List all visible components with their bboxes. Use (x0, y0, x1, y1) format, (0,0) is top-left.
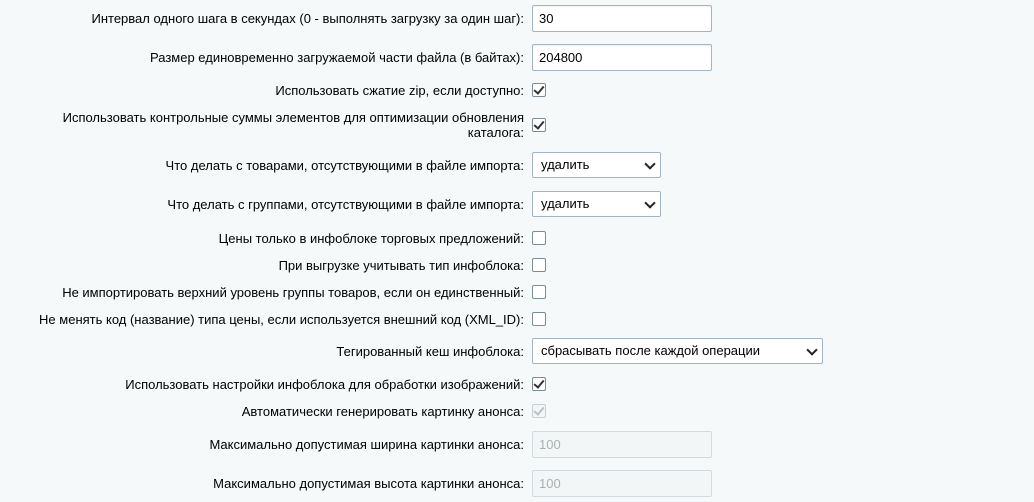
field-row-missing-groups: Что делать с группами, отсутствующими в … (0, 191, 1034, 217)
tagged-cache-label: Тегированный кеш инфоблока: (336, 344, 524, 359)
missing-groups-label: Что делать с группами, отсутствующими в … (167, 197, 524, 212)
missing-goods-select[interactable]: удалить (532, 152, 661, 178)
auto-preview-checkbox (532, 404, 546, 418)
skip-top-level-checkbox[interactable] (532, 285, 546, 299)
field-row-iblock-image-settings: Использовать настройки инфоблока для обр… (0, 377, 1034, 392)
use-checksums-checkbox[interactable] (532, 118, 546, 132)
use-zip-label: Использовать сжатие zip, если доступно: (275, 83, 524, 98)
import-settings-form: Интервал одного шага в секундах (0 - вып… (0, 0, 1034, 502)
field-row-iblock-type: При выгрузке учитывать тип инфоблока: (0, 258, 1034, 273)
keep-price-code-checkbox[interactable] (532, 312, 546, 326)
chevron-down-icon (806, 344, 818, 356)
missing-goods-label: Что делать с товарами, отсутствующими в … (165, 158, 524, 173)
missing-goods-selected-value: удалить (541, 157, 590, 172)
field-row-auto-preview: Автоматически генерировать картинку анон… (0, 404, 1034, 419)
prices-in-offers-checkbox[interactable] (532, 231, 546, 245)
preview-max-height-label: Максимально допустимая высота картинки а… (213, 476, 524, 491)
chunk-size-label: Размер единовременно загружаемой части ф… (150, 50, 524, 65)
missing-groups-selected-value: удалить (541, 196, 590, 211)
step-interval-input[interactable]: 30 (532, 5, 712, 32)
field-row-missing-goods: Что делать с товарами, отсутствующими в … (0, 152, 1034, 178)
skip-top-level-label: Не импортировать верхний уровень группы … (62, 285, 524, 300)
preview-max-width-label: Максимально допустимая ширина картинки а… (209, 437, 524, 452)
preview-max-height-input: 100 (532, 470, 712, 497)
iblock-type-checkbox[interactable] (532, 258, 546, 272)
use-checksums-label: Использовать контрольные суммы элементов… (62, 110, 524, 140)
chevron-down-icon (644, 197, 656, 209)
iblock-type-label: При выгрузке учитывать тип инфоблока: (278, 258, 524, 273)
missing-groups-select[interactable]: удалить (532, 191, 661, 217)
preview-max-width-input: 100 (532, 431, 712, 458)
field-row-use-checksums: Использовать контрольные суммы элементов… (0, 110, 1034, 140)
field-row-step-interval: Интервал одного шага в секундах (0 - вып… (0, 5, 1034, 32)
iblock-image-settings-checkbox[interactable] (532, 377, 546, 391)
field-row-preview-max-height: Максимально допустимая высота картинки а… (0, 470, 1034, 497)
field-row-skip-top-level: Не импортировать верхний уровень группы … (0, 285, 1034, 300)
chevron-down-icon (644, 158, 656, 170)
step-interval-label: Интервал одного шага в секундах (0 - вып… (91, 11, 525, 26)
field-row-prices-in-offers: Цены только в инфоблоке торговых предлож… (0, 231, 1034, 246)
tagged-cache-select[interactable]: сбрасывать после каждой операции (532, 338, 823, 364)
iblock-image-settings-label: Использовать настройки инфоблока для обр… (125, 377, 524, 392)
field-row-use-zip: Использовать сжатие zip, если доступно: (0, 83, 1034, 98)
field-row-tagged-cache: Тегированный кеш инфоблока: сбрасывать п… (0, 338, 1034, 364)
auto-preview-label: Автоматически генерировать картинку анон… (241, 404, 524, 419)
chunk-size-input[interactable]: 204800 (532, 44, 712, 71)
field-row-preview-max-width: Максимально допустимая ширина картинки а… (0, 431, 1034, 458)
prices-in-offers-label: Цены только в инфоблоке торговых предлож… (218, 231, 524, 246)
keep-price-code-label: Не менять код (название) типа цены, если… (39, 312, 524, 327)
field-row-chunk-size: Размер единовременно загружаемой части ф… (0, 44, 1034, 71)
tagged-cache-selected-value: сбрасывать после каждой операции (541, 343, 761, 358)
field-row-keep-price-code: Не менять код (название) типа цены, если… (0, 312, 1034, 327)
use-zip-checkbox[interactable] (532, 83, 546, 97)
